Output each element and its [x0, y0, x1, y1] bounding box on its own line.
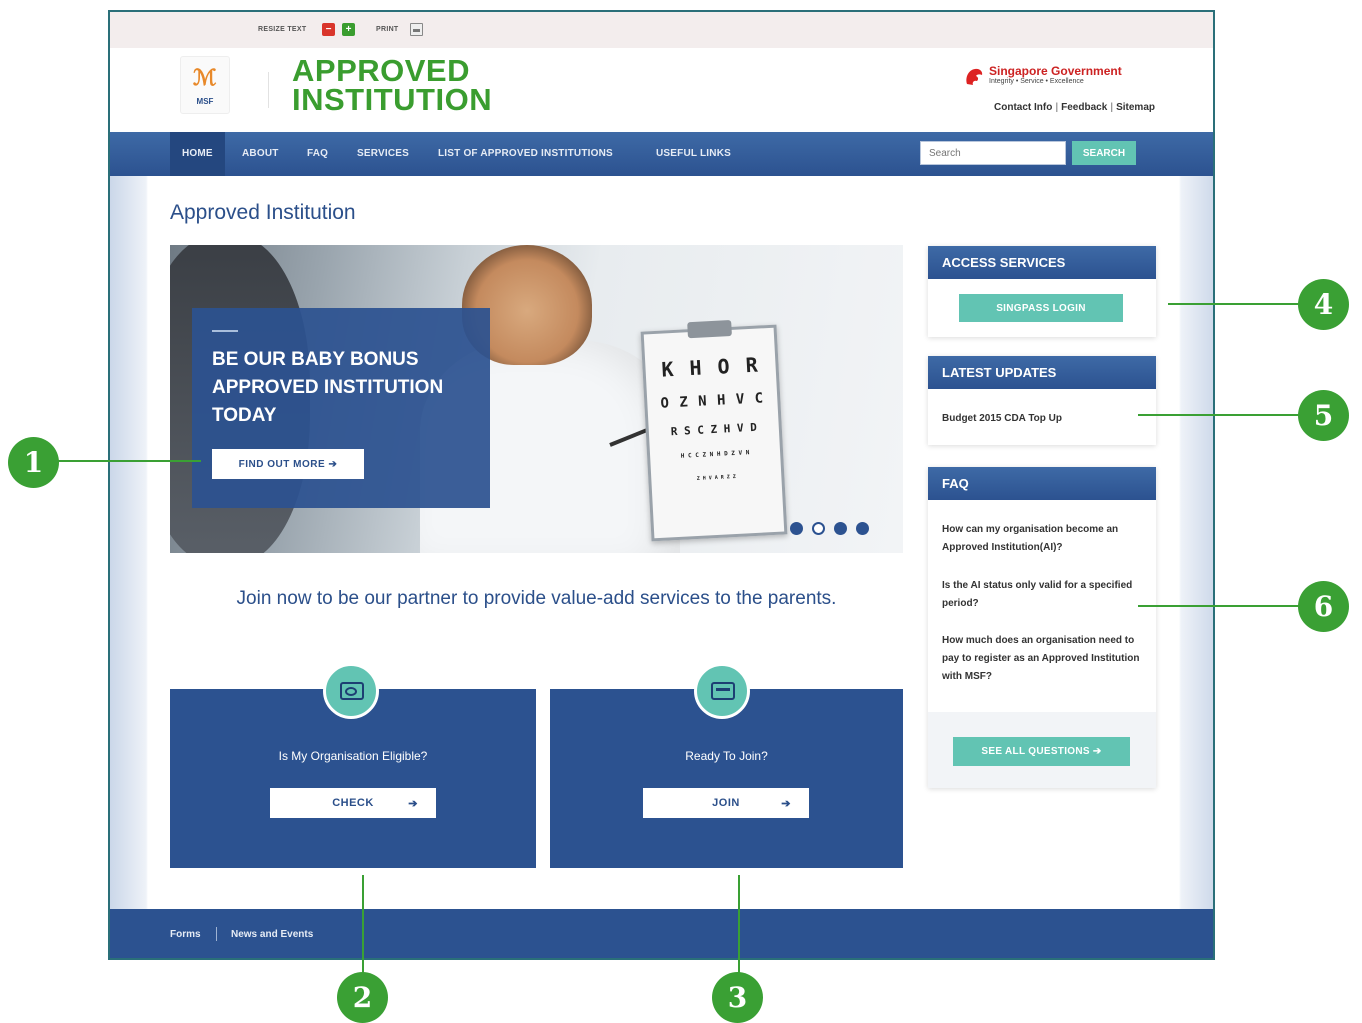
nav-item-faq[interactable]: FAQ: [307, 132, 328, 176]
check-button[interactable]: CHECK ➔: [270, 788, 436, 818]
header-links: Contact Info | Feedback | Sitemap: [994, 102, 1155, 113]
msf-swirl-icon: ℳ: [193, 65, 217, 91]
nav-item-about[interactable]: ABOUT: [242, 132, 279, 176]
callout-6: 6: [1298, 581, 1349, 632]
faq-title: FAQ: [928, 467, 1156, 500]
hero-card: BE OUR BABY BONUS APPROVED INSTITUTION T…: [192, 308, 490, 508]
callout-leader-4: [1168, 303, 1300, 305]
callout-4: 4: [1298, 279, 1349, 330]
access-services-title: ACCESS SERVICES: [928, 246, 1156, 279]
eligibility-question: Is My Organisation Eligible?: [278, 749, 428, 763]
hero-card-rule: [212, 330, 238, 332]
see-all-questions-button[interactable]: SEE ALL QUESTIONS ➔: [953, 737, 1130, 766]
page-title: Approved Institution: [170, 201, 356, 224]
callout-leader-3: [738, 875, 740, 975]
utility-bar: RESIZE TEXT − + PRINT: [110, 12, 1213, 48]
carousel-dot-3[interactable]: [834, 522, 847, 535]
gov-tagline: Integrity • Service • Excellence: [989, 78, 1084, 85]
singpass-login-button[interactable]: SINGPASS LOGIN: [959, 294, 1123, 322]
search-input[interactable]: [920, 141, 1066, 165]
header-divider: [268, 72, 269, 108]
eye-chart: K H O R O Z N H V C R S C Z H V D H C C …: [640, 319, 788, 542]
increase-text-button[interactable]: +: [342, 23, 355, 36]
join-question: Ready To Join?: [685, 749, 768, 763]
find-out-more-button[interactable]: FIND OUT MORE ➔: [212, 449, 364, 479]
clipboard-clip: [687, 319, 732, 339]
nav-item-useful-links[interactable]: USEFUL LINKS: [656, 132, 731, 176]
faq-link[interactable]: How can my organisation become an Approv…: [942, 521, 1142, 557]
callout-leader-5: [1138, 414, 1300, 416]
latest-updates-title: LATEST UPDATES: [928, 356, 1156, 389]
eye-chart-row: H C C Z N H D Z V N: [680, 449, 750, 460]
print-icon[interactable]: [410, 23, 423, 36]
gov-name: Singapore Government: [989, 64, 1122, 78]
callout-leader-6: [1138, 605, 1300, 607]
main-nav: HOME ABOUT FAQ SERVICES LIST OF APPROVED…: [110, 132, 1213, 176]
brand-line-2: INSTITUTION: [292, 82, 493, 117]
link-separator: |: [1110, 102, 1114, 113]
join-text: Join now to be our partner to provide va…: [236, 588, 837, 609]
site-footer: Forms News and Events: [110, 909, 1213, 958]
eye-chart-row: Z H V A R Z Z: [696, 473, 737, 482]
callout-5: 5: [1298, 390, 1349, 441]
link-separator: |: [1055, 102, 1059, 113]
carousel-dot-1[interactable]: [790, 522, 803, 535]
access-services-panel: ACCESS SERVICES SINGPASS LOGIN: [928, 246, 1156, 337]
callout-3: 3: [712, 972, 763, 1023]
site-header: ℳ MSF APPROVED INSTITUTION Singapore Gov…: [110, 48, 1213, 132]
eye-chart-row: K H O R: [660, 352, 761, 382]
callout-leader-1: [55, 460, 201, 462]
join-button-label: JOIN: [712, 797, 740, 809]
eye-chart-row: O Z N H V C: [660, 390, 765, 412]
nav-item-home[interactable]: HOME: [170, 132, 225, 176]
annotated-screenshot: RESIZE TEXT − + PRINT ℳ MSF APPROVED INS…: [0, 0, 1362, 1023]
eligibility-tile: Is My Organisation Eligible? CHECK ➔: [170, 663, 536, 868]
check-button-label: CHECK: [332, 797, 374, 809]
id-card-icon: [694, 663, 750, 719]
join-button[interactable]: JOIN ➔: [643, 788, 809, 818]
resize-text-label: RESIZE TEXT: [258, 26, 307, 33]
faq-panel: FAQ How can my organisation become an Ap…: [928, 467, 1156, 788]
carousel-dot-2[interactable]: [812, 522, 825, 535]
footer-link-news-and-events[interactable]: News and Events: [231, 929, 313, 940]
website-frame: RESIZE TEXT − + PRINT ℳ MSF APPROVED INS…: [108, 10, 1215, 960]
eye-chart-row: R S C Z H V D: [670, 420, 758, 439]
search-icon: [323, 663, 379, 719]
print-label: PRINT: [376, 26, 399, 33]
nav-item-list-of-approved-institutions[interactable]: LIST OF APPROVED INSTITUTIONS: [438, 132, 613, 176]
lion-head-icon: [966, 68, 983, 85]
arrow-right-icon: ➔: [781, 798, 791, 810]
footer-separator: [216, 927, 217, 941]
singapore-government-logo[interactable]: Singapore Government Integrity • Service…: [963, 62, 1153, 92]
footer-link-forms[interactable]: Forms: [170, 929, 201, 940]
sitemap-link[interactable]: Sitemap: [1116, 102, 1155, 113]
nav-item-services[interactable]: SERVICES: [357, 132, 409, 176]
join-tile: Ready To Join? JOIN ➔: [550, 663, 903, 868]
faq-link[interactable]: Is the AI status only valid for a specif…: [942, 577, 1142, 613]
callout-leader-2: [362, 875, 364, 975]
site-brand[interactable]: APPROVED INSTITUTION: [292, 53, 493, 117]
feedback-link[interactable]: Feedback: [1061, 102, 1107, 113]
hero-heading: BE OUR BABY BONUS APPROVED INSTITUTION T…: [212, 349, 444, 426]
hero-banner: K H O R O Z N H V C R S C Z H V D H C C …: [170, 245, 903, 553]
contact-info-link[interactable]: Contact Info: [994, 102, 1052, 113]
faq-link[interactable]: How much does an organisation need to pa…: [942, 632, 1142, 686]
carousel-dot-4[interactable]: [856, 522, 869, 535]
msf-logo[interactable]: ℳ MSF: [180, 56, 230, 114]
decrease-text-button[interactable]: −: [322, 23, 335, 36]
callout-1: 1: [8, 437, 59, 488]
search-button[interactable]: SEARCH: [1072, 141, 1136, 165]
brand-line-1: APPROVED: [292, 53, 470, 88]
latest-updates-panel: LATEST UPDATES Budget 2015 CDA Top Up: [928, 356, 1156, 445]
callout-2: 2: [337, 972, 388, 1023]
arrow-right-icon: ➔: [408, 798, 418, 810]
msf-logo-text: MSF: [196, 97, 214, 106]
update-link[interactable]: Budget 2015 CDA Top Up: [942, 410, 1142, 428]
